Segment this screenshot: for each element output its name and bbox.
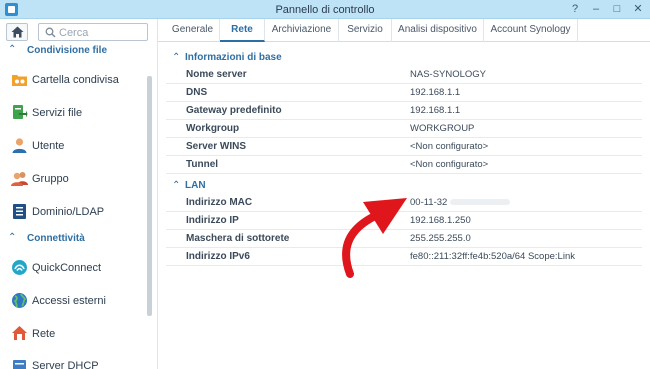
info-row-tunnel: Tunnel <Non configurato> <box>166 156 642 174</box>
info-value: 192.168.1.250 <box>410 215 471 226</box>
domain-ldap-icon <box>13 204 26 219</box>
group-icon <box>11 172 28 186</box>
window-title: Pannello di controllo <box>275 4 375 16</box>
title-bar: Pannello di controllo ? – □ ✕ <box>0 0 650 19</box>
close-button[interactable]: ✕ <box>631 2 645 16</box>
tab-bar: Generale Rete Archiviazione Servizio Ana… <box>158 19 650 42</box>
chevron-up-icon: ⌃ <box>8 44 17 55</box>
sidebar-item-label: Gruppo <box>32 173 69 185</box>
info-value: 192.168.1.1 <box>410 105 461 116</box>
sidebar-item-label: Rete <box>32 328 56 340</box>
tab-storage[interactable]: Archiviazione <box>265 19 339 42</box>
info-key: Tunnel <box>186 159 219 170</box>
sidebar-item-label: Servizi file <box>32 107 83 119</box>
maximize-button[interactable]: □ <box>610 2 624 16</box>
info-row-dns: DNS 192.168.1.1 <box>166 84 642 102</box>
sidebar-item-quickconnect[interactable]: QuickConnect <box>0 253 150 283</box>
search-box[interactable] <box>38 23 148 41</box>
minimize-button[interactable]: – <box>589 2 603 16</box>
sidebar-item-shared-folder[interactable]: Cartella condivisa <box>0 65 150 95</box>
quickconnect-icon <box>12 260 27 275</box>
info-value: WORKGROUP <box>410 123 475 134</box>
sidebar-item-label: Utente <box>32 140 65 152</box>
sidebar-item-label: Server DHCP <box>32 360 99 369</box>
info-value: NAS-SYNOLOGY <box>410 69 487 80</box>
globe-icon <box>12 293 27 308</box>
section-header-connectivity[interactable]: ⌃ Connettività <box>0 229 150 249</box>
info-value: 00-11-32 <box>410 197 511 208</box>
annotation-arrow-icon <box>342 198 407 278</box>
redacted-mac-blur <box>450 199 511 206</box>
tab-network[interactable]: Rete <box>220 19 265 42</box>
info-key: Indirizzo IPv6 <box>186 251 250 262</box>
sidebar-item-external-access[interactable]: Accessi esterni <box>0 286 150 316</box>
sidebar-item-dhcp-server[interactable]: Server DHCP <box>0 351 150 369</box>
sidebar-scrollbar[interactable] <box>147 76 152 316</box>
info-key: Indirizzo IP <box>186 215 239 226</box>
tab-device-analytics[interactable]: Analisi dispositivo <box>392 19 484 42</box>
dhcp-icon <box>13 360 26 369</box>
sidebar-item-label: Accessi esterni <box>32 295 106 307</box>
chevron-up-icon: ⌃ <box>172 52 181 63</box>
info-key: Nome server <box>186 69 247 80</box>
group-label: LAN <box>185 180 206 191</box>
info-key: Gateway predefinito <box>186 105 282 116</box>
sidebar-item-user[interactable]: Utente <box>0 131 150 161</box>
info-row-server-name: Nome server NAS-SYNOLOGY <box>166 66 642 84</box>
section-label: Condivisione file <box>27 45 108 56</box>
sidebar-item-label: Dominio/LDAP <box>32 206 105 218</box>
section-header-file-sharing[interactable]: ⌃ Condivisione file <box>0 41 150 61</box>
section-label: Connettività <box>27 233 85 244</box>
home-icon <box>11 26 24 38</box>
info-value: <Non configurato> <box>410 141 489 152</box>
info-key: Workgroup <box>186 123 240 134</box>
user-icon <box>12 138 27 153</box>
file-services-icon <box>13 105 28 119</box>
chevron-up-icon: ⌃ <box>172 180 181 191</box>
sidebar-item-domain-ldap[interactable]: Dominio/LDAP <box>0 197 150 227</box>
group-label: Informazioni di base <box>185 52 282 63</box>
chevron-up-icon: ⌃ <box>8 232 17 243</box>
info-key: Server WINS <box>186 141 247 152</box>
info-value: <Non configurato> <box>410 159 489 170</box>
network-icon <box>12 326 27 340</box>
search-input[interactable] <box>59 26 145 39</box>
info-key: Maschera di sottorete <box>186 233 290 244</box>
search-icon <box>45 27 56 38</box>
sidebar-item-label: QuickConnect <box>32 262 102 274</box>
group-header-basic-info[interactable]: ⌃ Informazioni di base <box>166 48 642 68</box>
help-button[interactable]: ? <box>568 2 582 16</box>
info-row-workgroup: Workgroup WORKGROUP <box>166 120 642 138</box>
sidebar-item-group[interactable]: Gruppo <box>0 164 150 194</box>
info-key: Indirizzo MAC <box>186 197 253 208</box>
tab-service[interactable]: Servizio <box>339 19 392 42</box>
info-row-wins-server: Server WINS <Non configurato> <box>166 138 642 156</box>
shared-folder-icon <box>12 75 27 86</box>
info-value: fe80::211:32ff:fe4b:520a/64 Scope:Link <box>410 251 575 262</box>
sidebar: ⌃ Condivisione file Cartella condivisa S… <box>0 19 158 369</box>
info-key: DNS <box>186 87 208 98</box>
tab-synology-account[interactable]: Account Synology <box>484 19 578 42</box>
sidebar-item-network[interactable]: Rete <box>0 319 150 349</box>
sidebar-item-file-services[interactable]: Servizi file <box>0 98 150 128</box>
home-button[interactable] <box>6 23 28 41</box>
info-row-gateway: Gateway predefinito 192.168.1.1 <box>166 102 642 120</box>
info-value: 192.168.1.1 <box>410 87 461 98</box>
tab-general[interactable]: Generale <box>166 19 220 42</box>
mac-address-visible-part: 00-11-32 <box>410 197 448 208</box>
sidebar-item-label: Cartella condivisa <box>32 74 119 86</box>
info-value: 255.255.255.0 <box>410 233 471 244</box>
